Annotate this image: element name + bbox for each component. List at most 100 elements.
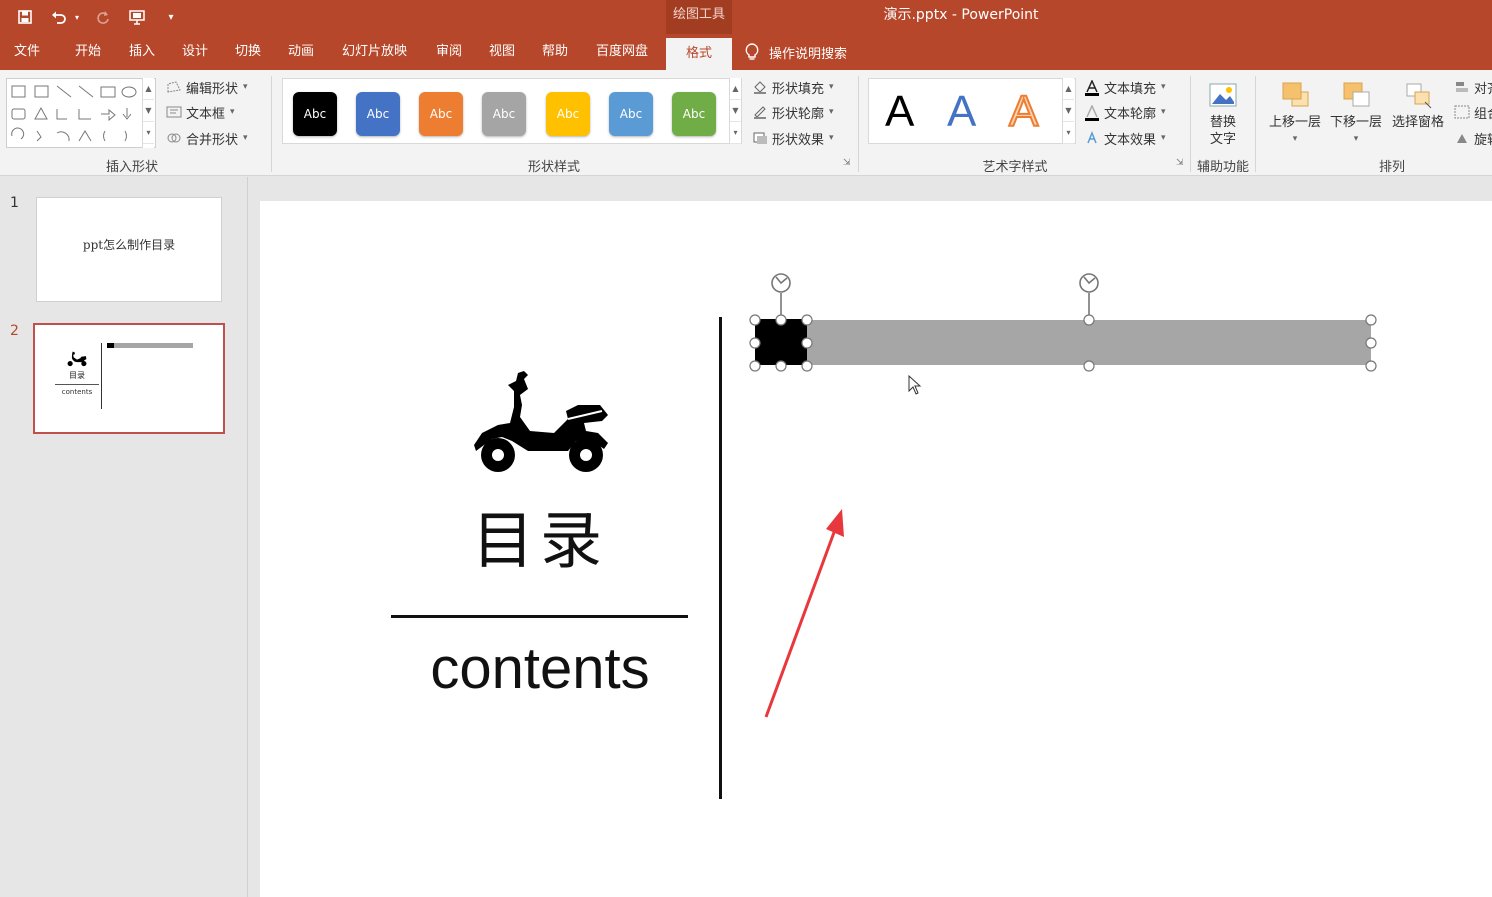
- shape-styles-launcher-icon[interactable]: ⇲: [843, 158, 851, 168]
- wordart-gallery[interactable]: A A A: [868, 78, 1076, 144]
- selection-pane-icon: [1403, 80, 1433, 110]
- slide-vertical-line[interactable]: [719, 317, 722, 799]
- shape-style-light-blue[interactable]: Abc: [609, 92, 653, 136]
- shape-outline-button[interactable]: 形状轮廓 ▾: [752, 101, 834, 123]
- tab-slideshow[interactable]: 幻灯片放映: [342, 34, 407, 70]
- tab-baidu-netdisk[interactable]: 百度网盘: [596, 34, 648, 70]
- tell-me-search[interactable]: 操作说明搜索: [745, 34, 847, 70]
- slide-thumbnail-pane: 1 ppt怎么制作目录 2 目录 contents: [0, 177, 248, 897]
- tab-help[interactable]: 帮助: [542, 34, 568, 70]
- group-separator: [271, 76, 272, 172]
- wordart-scroll[interactable]: ▲ ▼ ▾: [1062, 78, 1074, 144]
- text-box-button[interactable]: 文本框 ▾: [166, 101, 235, 123]
- group-button[interactable]: 组合: [1454, 101, 1492, 123]
- wordart-style-black[interactable]: A: [885, 87, 914, 137]
- shape-effects-icon: [752, 131, 768, 145]
- shapes-gallery[interactable]: [6, 78, 156, 148]
- thumb-2-title: 目录: [69, 371, 85, 380]
- tab-view[interactable]: 视图: [489, 34, 515, 70]
- annotation-arrow-icon: [764, 509, 844, 718]
- slide-number-2: 2: [10, 323, 19, 339]
- bring-forward-button[interactable]: 上移一层 ▾: [1266, 80, 1324, 148]
- selection-pane-button[interactable]: 选择窗格: [1388, 80, 1448, 131]
- picture-icon: [1208, 80, 1238, 110]
- selected-shapes[interactable]: [740, 263, 1400, 393]
- slide-title-divider[interactable]: [391, 615, 688, 618]
- thumb-1-title: ppt怎么制作目录: [82, 238, 176, 252]
- group-label-arrange: 排列: [1378, 160, 1405, 175]
- text-outline-icon: [1084, 104, 1100, 121]
- wordart-style-orange-outline[interactable]: A: [1008, 86, 1039, 137]
- group-label-accessibility: 辅助功能: [1196, 160, 1249, 175]
- alt-text-button[interactable]: 替换 文字: [1198, 80, 1248, 148]
- thumb-scooter-icon: [67, 351, 87, 367]
- shape-icons: [11, 85, 137, 142]
- pencil-icon: [752, 105, 768, 119]
- shape-style-gold[interactable]: Abc: [546, 92, 590, 136]
- shapes-gallery-scroll[interactable]: ▲ ▼ ▾: [142, 78, 154, 148]
- scooter-icon: [474, 371, 608, 472]
- gray-bar-shape[interactable]: [756, 320, 1371, 365]
- ribbon: ▲ ▼ ▾ 编辑形状 ▾ 文本框 ▾ 合并形状 ▾ 插入形状 Abc Abc Abc Ab…: [0, 70, 1492, 176]
- ribbon-tabs: 文件 开始 插入 设计 切换 动画 幻灯片放映 审阅 视图 帮助 百度网盘 格式…: [0, 34, 1492, 70]
- rotate-icon: [1454, 131, 1470, 145]
- tab-file[interactable]: 文件: [14, 34, 40, 70]
- title-bar: ▾ ▾ 绘图工具 演示.pptx - PowerPoint: [0, 0, 1492, 34]
- text-effects-button[interactable]: 文本效果 ▾: [1084, 127, 1166, 149]
- text-outline-button[interactable]: 文本轮廓 ▾: [1084, 101, 1166, 123]
- tab-insert[interactable]: 插入: [129, 34, 155, 70]
- shape-styles-gallery[interactable]: Abc Abc Abc Abc Abc Abc Abc: [282, 78, 742, 144]
- text-fill-button[interactable]: 文本填充 ▾: [1084, 76, 1166, 98]
- thumb-2-divider: [55, 384, 99, 385]
- tab-format[interactable]: 格式: [666, 38, 732, 70]
- align-button[interactable]: 对齐: [1454, 76, 1492, 98]
- shape-styles-scroll[interactable]: ▲ ▼ ▾: [729, 78, 741, 144]
- slide-thumbnail-2[interactable]: 目录 contents: [33, 323, 225, 434]
- group-separator: [1190, 76, 1191, 172]
- send-backward-button[interactable]: 下移一层 ▾: [1327, 80, 1385, 148]
- shape-effects-button[interactable]: 形状效果 ▾: [752, 127, 834, 149]
- tab-transitions[interactable]: 切换: [235, 34, 261, 70]
- tell-me-label: 操作说明搜索: [769, 46, 848, 62]
- shape-fill-button[interactable]: 形状填充 ▾: [752, 76, 834, 98]
- tab-home[interactable]: 开始: [75, 34, 101, 70]
- tab-animations[interactable]: 动画: [288, 34, 314, 70]
- text-box-icon: [166, 105, 182, 119]
- thumb-2-vertical-line: [101, 343, 102, 409]
- shape-style-green[interactable]: Abc: [672, 92, 716, 136]
- mouse-cursor-icon: [908, 375, 922, 395]
- align-icon: [1454, 80, 1470, 94]
- shape-style-gray[interactable]: Abc: [482, 92, 526, 136]
- group-separator: [858, 76, 859, 172]
- thumb-2-bar-square: [107, 343, 114, 348]
- lightbulb-icon: [745, 43, 759, 60]
- merge-shapes-button[interactable]: 合并形状 ▾: [166, 127, 248, 149]
- shape-style-orange[interactable]: Abc: [419, 92, 463, 136]
- rotate-handle-icon[interactable]: [771, 273, 791, 315]
- edit-shape-button[interactable]: 编辑形状 ▾: [166, 76, 248, 98]
- merge-shapes-icon: [166, 131, 182, 145]
- wordart-launcher-icon[interactable]: ⇲: [1176, 158, 1184, 168]
- tab-review[interactable]: 审阅: [436, 34, 462, 70]
- rotate-button[interactable]: 旋转: [1454, 127, 1492, 149]
- text-fill-icon: [1084, 79, 1100, 96]
- send-backward-icon: [1341, 80, 1371, 110]
- group-icon: [1454, 105, 1470, 119]
- current-slide[interactable]: 目录 contents: [260, 201, 1492, 897]
- thumb-2-subtitle: contents: [61, 388, 93, 396]
- shape-style-blue[interactable]: Abc: [356, 92, 400, 136]
- group-label-wordart-styles: 艺术字样式: [982, 160, 1048, 175]
- shape-style-black[interactable]: Abc: [293, 92, 337, 136]
- group-label-insert-shapes: 插入形状: [105, 160, 158, 175]
- black-square-shape[interactable]: [755, 319, 807, 365]
- bring-forward-icon: [1280, 80, 1310, 110]
- tab-design[interactable]: 设计: [182, 34, 208, 70]
- edit-shape-icon: [166, 80, 182, 94]
- slide-subtitle[interactable]: contents: [390, 631, 690, 707]
- group-separator: [1255, 76, 1256, 172]
- wordart-style-blue[interactable]: A: [947, 87, 976, 137]
- document-title: 演示.pptx - PowerPoint: [883, 7, 1039, 23]
- slide-title[interactable]: 目录: [430, 501, 650, 581]
- rotate-handle-icon[interactable]: [1079, 273, 1099, 315]
- slide-thumbnail-1[interactable]: ppt怎么制作目录: [36, 197, 222, 302]
